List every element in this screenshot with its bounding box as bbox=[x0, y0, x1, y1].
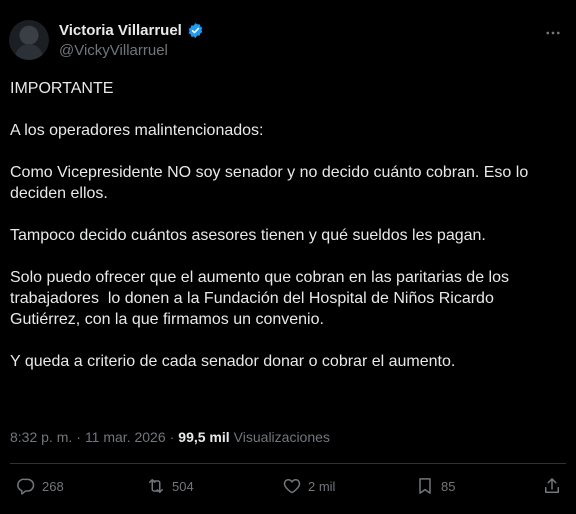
like-count: 2 mil bbox=[308, 478, 336, 494]
post-paragraph: A los operadores malintencionados: bbox=[10, 122, 264, 139]
repost-button[interactable]: 504 bbox=[146, 476, 194, 496]
bookmark-icon bbox=[419, 478, 431, 494]
post-text: IMPORTANTE A los operadores malintencion… bbox=[10, 78, 566, 393]
like-button[interactable]: 2 mil bbox=[282, 476, 335, 496]
bookmark-button[interactable]: 85 bbox=[415, 476, 455, 496]
author-name-row: Victoria Villarruel bbox=[59, 22, 204, 39]
divider bbox=[10, 463, 566, 464]
views-count: 99,5 mil bbox=[178, 429, 230, 445]
post-date[interactable]: 11 mar. 2026 bbox=[85, 429, 166, 445]
action-bar: 268 504 2 mil 85 bbox=[10, 476, 566, 500]
repost-count: 504 bbox=[172, 478, 194, 494]
verified-badge-icon bbox=[188, 23, 203, 38]
author-block: Victoria Villarruel @VickyVillarruel bbox=[59, 22, 204, 59]
post-paragraph: Como Vicepresidente NO soy senador y no … bbox=[10, 164, 533, 202]
post-time[interactable]: 8:32 p. m. bbox=[10, 429, 72, 445]
post-paragraph: IMPORTANTE bbox=[10, 80, 114, 97]
post-paragraph: Y queda a criterio de cada senador donar… bbox=[10, 353, 456, 370]
post-meta: 8:32 p. m. · 11 mar. 2026 · 99,5 mil Vis… bbox=[10, 429, 330, 445]
share-icon bbox=[545, 478, 559, 493]
repost-icon bbox=[149, 479, 163, 493]
author-handle[interactable]: @VickyVillarruel bbox=[59, 42, 204, 59]
reply-icon bbox=[17, 478, 35, 495]
share-button[interactable] bbox=[542, 476, 562, 496]
reply-count: 268 bbox=[42, 478, 64, 494]
heart-icon bbox=[283, 479, 301, 494]
reply-button[interactable]: 268 bbox=[16, 476, 64, 496]
bookmark-count: 85 bbox=[441, 478, 456, 494]
post-header: Victoria Villarruel @VickyVillarruel bbox=[9, 18, 566, 62]
views-label: Visualizaciones bbox=[233, 429, 330, 445]
meta-separator: · bbox=[169, 429, 175, 445]
author-name[interactable]: Victoria Villarruel bbox=[59, 22, 182, 39]
avatar[interactable] bbox=[9, 20, 49, 60]
meta-separator: · bbox=[76, 429, 81, 445]
more-options-icon[interactable] bbox=[544, 24, 562, 42]
post-paragraph: Solo puedo ofrecer que el aumento que co… bbox=[10, 269, 514, 328]
post-paragraph: Tampoco decido cuántos asesores tienen y… bbox=[10, 227, 486, 244]
